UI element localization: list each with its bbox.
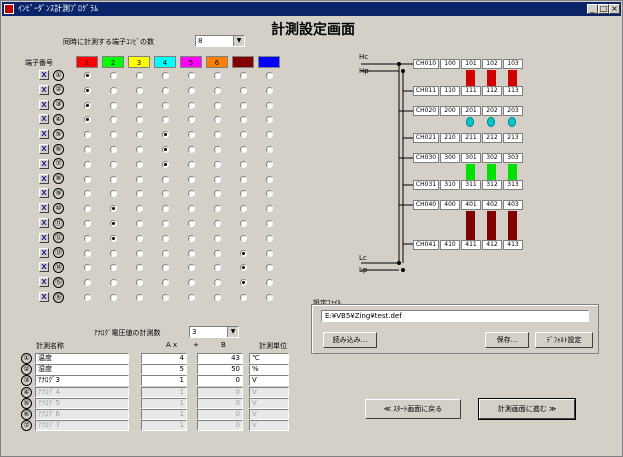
channel-block xyxy=(466,70,475,86)
load-button[interactable]: 読み込み... xyxy=(323,332,377,348)
lc-label: Lc xyxy=(359,254,367,262)
probe-pin-icon xyxy=(466,117,474,127)
channel-bottom-cell: CH011 xyxy=(413,86,439,96)
channel-bottom-cell: 213 xyxy=(503,133,523,143)
channel-bottom-cell: CH041 xyxy=(413,240,439,250)
channel-bottom-cell: 110 xyxy=(440,86,460,96)
hp-label: Hp xyxy=(359,67,369,75)
save-button[interactable]: 保存... xyxy=(485,332,529,348)
channel-bottom-cell: 312 xyxy=(482,180,502,190)
channel-block xyxy=(487,70,496,86)
channel-bottom-cell: 311 xyxy=(461,180,481,190)
channel-bottom-cell: 412 xyxy=(482,240,502,250)
main-window: ｲﾝﾋﾟｰﾀﾞﾝｽ計測ﾌﾟﾛｸﾞﾗﾑ _ □ × 計測設定画面 同時に計測する端… xyxy=(0,0,623,457)
channel-top-cell: 101 xyxy=(461,59,481,69)
hc-label: Hc xyxy=(359,53,369,61)
channel-block xyxy=(466,211,475,240)
channel-top-cell: 403 xyxy=(503,200,523,210)
channel-top-cell: 103 xyxy=(503,59,523,69)
channel-top-cell: 301 xyxy=(461,153,481,163)
channel-top-cell: CH030 xyxy=(413,153,439,163)
channel-block xyxy=(508,211,517,240)
back-to-start-button[interactable]: ≪ ｽﾀｰﾄ画面に戻る xyxy=(365,399,461,419)
channel-top-cell: 400 xyxy=(440,200,460,210)
lp-label: Lp xyxy=(359,266,368,274)
channel-top-cell: 201 xyxy=(461,106,481,116)
channel-bottom-cell: 411 xyxy=(461,240,481,250)
channel-bottom-cell: 413 xyxy=(503,240,523,250)
channel-top-cell: 302 xyxy=(482,153,502,163)
channel-bottom-cell: 111 xyxy=(461,86,481,96)
go-to-measure-button[interactable]: 計測画面に進む ≫ xyxy=(478,398,576,420)
channel-bottom-cell: 410 xyxy=(440,240,460,250)
channel-bottom-cell: 113 xyxy=(503,86,523,96)
channel-top-cell: 100 xyxy=(440,59,460,69)
wiring-diagram xyxy=(361,62,413,272)
channel-bottom-cell: 310 xyxy=(440,180,460,190)
channel-top-cell: 300 xyxy=(440,153,460,163)
channel-block xyxy=(487,164,496,180)
channel-block xyxy=(508,70,517,86)
channel-top-cell: 401 xyxy=(461,200,481,210)
probe-pin-icon xyxy=(508,117,516,127)
channel-top-cell: 102 xyxy=(482,59,502,69)
probe-pin-icon xyxy=(487,117,495,127)
channel-bottom-cell: CH031 xyxy=(413,180,439,190)
channel-top-cell: 200 xyxy=(440,106,460,116)
channel-top-cell: 202 xyxy=(482,106,502,116)
default-settings-button[interactable]: ﾃﾞﾌｫﾙﾄ設定 xyxy=(535,332,593,348)
channel-top-cell: 402 xyxy=(482,200,502,210)
channel-bottom-cell: 112 xyxy=(482,86,502,96)
channel-block xyxy=(487,211,496,240)
channel-bottom-cell: CH021 xyxy=(413,133,439,143)
channel-block xyxy=(508,164,517,180)
channel-top-cell: CH020 xyxy=(413,106,439,116)
channel-top-cell: CH010 xyxy=(413,59,439,69)
channel-bottom-cell: 313 xyxy=(503,180,523,190)
channel-bottom-cell: 212 xyxy=(482,133,502,143)
channel-top-cell: 303 xyxy=(503,153,523,163)
channel-top-cell: 203 xyxy=(503,106,523,116)
channel-bottom-cell: 210 xyxy=(440,133,460,143)
settings-path-field[interactable]: E:¥VB5¥Zing¥test.def xyxy=(321,310,589,322)
channel-top-cell: CH040 xyxy=(413,200,439,210)
channel-bottom-cell: 211 xyxy=(461,133,481,143)
channel-block xyxy=(466,164,475,180)
